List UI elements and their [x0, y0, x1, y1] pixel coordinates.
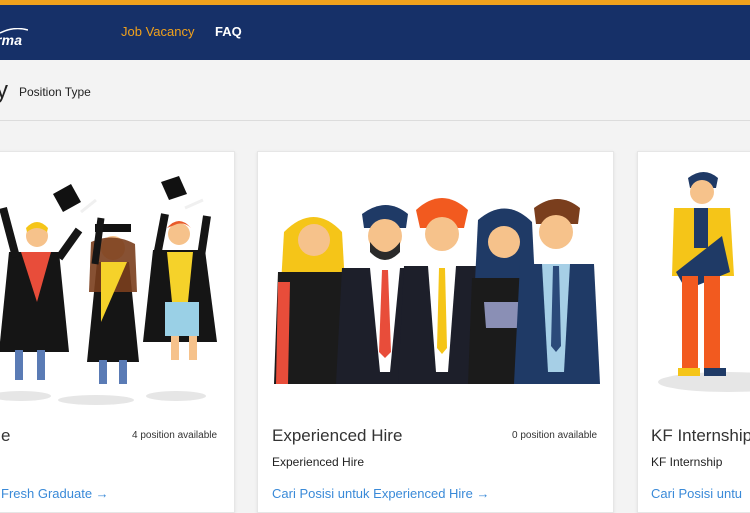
navbar: rma Job Vacancy FAQ: [0, 5, 750, 60]
search-positions-link[interactable]: Fresh Graduate →: [1, 486, 109, 501]
page-header: y Position Type: [0, 60, 750, 121]
search-positions-link[interactable]: Cari Posisi untu: [651, 486, 742, 501]
nav-faq[interactable]: FAQ: [215, 24, 242, 39]
card-title: Experienced Hire: [272, 426, 403, 445]
professionals-illustration: [258, 152, 613, 412]
arrow-right-icon: →: [476, 486, 490, 501]
interns-illustration: [638, 152, 750, 412]
card-subtitle: Experienced Hire: [272, 455, 365, 469]
position-card-fresh-graduate[interactable]: e 4 position available Fresh Graduate →: [0, 151, 235, 513]
arrow-right-icon: →: [95, 486, 109, 501]
availability-count: 0 position available: [512, 430, 598, 441]
card-subtitle: KF Internship: [651, 455, 723, 469]
availability-count: 4 position available: [132, 430, 218, 441]
nav-job-vacancy[interactable]: Job Vacancy: [121, 24, 194, 39]
card-title: KF Internship: [651, 426, 750, 445]
graduates-illustration: [0, 152, 234, 412]
card-title: e: [1, 426, 11, 445]
position-card-kf-internship[interactable]: KF Internship KF Internship Cari Posisi …: [637, 151, 750, 513]
position-type-filter[interactable]: Position Type: [19, 85, 91, 99]
page-title: y: [0, 77, 8, 104]
position-card-experienced-hire[interactable]: Experienced Hire 0 position available Ex…: [257, 151, 614, 513]
logo[interactable]: rma: [0, 32, 22, 48]
search-positions-link[interactable]: Cari Posisi untuk Experienced Hire →: [272, 486, 490, 501]
